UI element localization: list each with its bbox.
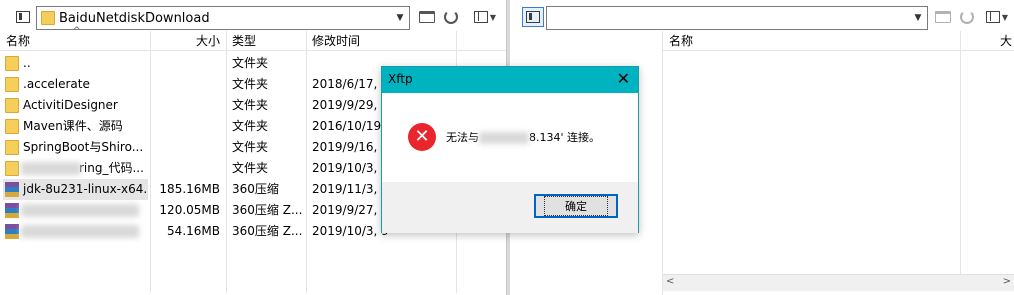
view-button[interactable]: ▼: [982, 7, 1012, 27]
chevron-down-icon: ▼: [489, 12, 497, 22]
open-folder-button[interactable]: [932, 7, 954, 27]
column-size[interactable]: 大小: [150, 31, 226, 51]
archive-icon: [5, 182, 19, 197]
chevron-down-icon[interactable]: ▼: [391, 7, 409, 29]
local-column-header: 名称 ^ 大小 类型 修改时间: [0, 26, 506, 51]
error-icon: ✕: [408, 123, 436, 151]
error-dialog: Xftp ✕ ✕ 无法与 8.134' 连接。 确定: [381, 66, 639, 233]
refresh-button[interactable]: [956, 7, 978, 27]
refresh-icon: [444, 10, 458, 24]
remote-toolbar: ▼ ▼: [510, 3, 1014, 31]
chevron-down-icon: ▼: [1001, 12, 1009, 22]
sort-caret-icon: ^: [73, 26, 81, 36]
dialog-body: ✕ 无法与 8.134' 连接。: [382, 93, 638, 182]
ok-button[interactable]: 确定: [534, 194, 618, 218]
folder-icon: [5, 119, 19, 134]
folder-icon: [5, 98, 19, 113]
local-path-text: BaiduNetdiskDownload: [59, 11, 210, 26]
open-folder-button[interactable]: [416, 7, 438, 27]
dialog-title-bar[interactable]: Xftp ✕: [382, 67, 638, 93]
folder-open-icon: [419, 11, 435, 23]
panel-toggle-icon: [526, 11, 540, 23]
folder-icon: [5, 140, 19, 155]
refresh-button[interactable]: [440, 7, 462, 27]
remote-path-field[interactable]: ▼: [546, 6, 928, 30]
view-icon: [473, 11, 488, 23]
column-modified[interactable]: 修改时间: [306, 31, 456, 51]
column-size[interactable]: 大: [960, 31, 1014, 51]
view-icon: [985, 11, 1000, 23]
folder-icon: [5, 77, 19, 92]
chevron-down-icon[interactable]: ▼: [909, 7, 927, 29]
column-name[interactable]: 名称: [663, 31, 960, 51]
refresh-icon: [960, 10, 974, 24]
panel-toggle-icon: [16, 11, 30, 23]
dialog-footer: 确定: [382, 182, 638, 233]
redacted-text: [21, 162, 81, 175]
toggle-panel-button[interactable]: [522, 7, 544, 27]
local-path-field[interactable]: BaiduNetdiskDownload ▼: [36, 6, 410, 30]
archive-icon: [5, 224, 19, 239]
horizontal-scrollbar[interactable]: < >: [663, 274, 1014, 291]
dialog-title: Xftp: [388, 72, 413, 86]
archive-icon: [5, 203, 19, 218]
folder-icon: [5, 56, 19, 71]
redacted-text: [21, 204, 139, 217]
folder-open-icon: [935, 11, 951, 23]
redacted-text: [21, 225, 139, 238]
dialog-message: 无法与 8.134' 连接。: [446, 131, 601, 144]
column-divider: [960, 31, 961, 274]
view-button[interactable]: ▼: [468, 7, 502, 27]
chevron-right-icon[interactable]: >: [1003, 276, 1011, 287]
remote-column-header: 名称 大: [663, 31, 1014, 51]
column-type[interactable]: 类型: [226, 31, 306, 51]
close-icon[interactable]: ✕: [617, 70, 630, 88]
folder-icon: [5, 161, 19, 176]
chevron-left-icon[interactable]: <: [666, 276, 674, 287]
toggle-panel-button[interactable]: [12, 7, 34, 27]
redacted-text: [479, 132, 529, 144]
folder-icon: [41, 11, 55, 25]
